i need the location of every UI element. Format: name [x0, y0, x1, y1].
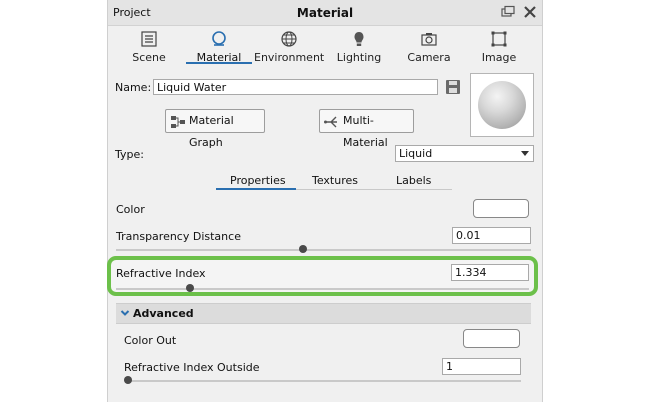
close-icon[interactable]	[522, 4, 538, 20]
preview-sphere	[478, 81, 526, 129]
main-tabs: Scene Material Environment Lighting Came…	[108, 26, 542, 64]
material-preview[interactable]	[470, 73, 534, 137]
material-name-input[interactable]	[153, 79, 438, 95]
chevron-down-icon	[120, 310, 130, 316]
color-out-label: Color Out	[124, 334, 177, 347]
refractive-index-input[interactable]	[451, 264, 529, 281]
tab-camera[interactable]: Camera	[394, 28, 464, 64]
globe-icon	[281, 31, 297, 47]
frame-icon	[491, 31, 507, 47]
transparency-distance-label: Transparency Distance	[116, 230, 241, 243]
panel-titlebar: Project Material	[108, 0, 542, 26]
subtab-properties[interactable]: Properties	[230, 174, 286, 187]
multi-material-label: Multi-Material	[343, 114, 388, 149]
type-select-value: Liquid	[399, 147, 433, 160]
tab-material[interactable]: Material	[184, 28, 254, 64]
tab-lighting[interactable]: Lighting	[324, 28, 394, 64]
chevron-down-icon	[521, 151, 529, 156]
advanced-section-header[interactable]: Advanced	[116, 303, 531, 324]
active-tab-indicator	[186, 62, 252, 64]
tab-environment[interactable]: Environment	[254, 28, 325, 64]
tab-label: Environment	[254, 51, 325, 64]
restore-window-icon[interactable]	[500, 4, 516, 20]
color-out-swatch[interactable]	[463, 329, 520, 348]
bulb-icon	[354, 32, 364, 46]
type-select[interactable]: Liquid	[395, 145, 534, 162]
material-sphere-icon	[212, 31, 226, 46]
transparency-distance-input[interactable]	[452, 227, 531, 244]
save-icon[interactable]	[445, 79, 461, 95]
name-label: Name:	[115, 81, 152, 94]
color-swatch[interactable]	[473, 199, 529, 218]
type-label: Type:	[115, 148, 144, 161]
camera-icon	[421, 33, 437, 46]
refractive-index-slider-track[interactable]	[116, 288, 529, 290]
transparency-slider-handle[interactable]	[298, 245, 307, 253]
tab-label: Scene	[132, 51, 166, 64]
subtab-textures[interactable]: Textures	[312, 174, 358, 187]
color-label: Color	[116, 203, 145, 216]
refractive-index-label: Refractive Index	[116, 267, 206, 280]
tab-label: Lighting	[336, 51, 382, 64]
material-graph-button[interactable]: Material Graph	[165, 109, 265, 149]
transparency-slider-track[interactable]	[116, 249, 531, 251]
refractive-index-outside-input[interactable]	[442, 358, 521, 375]
subtab-labels[interactable]: Labels	[396, 174, 431, 187]
refractive-index-outside-slider-track[interactable]	[128, 380, 521, 382]
tab-scene[interactable]: Scene	[114, 28, 184, 64]
material-graph-label: Material Graph	[189, 114, 234, 149]
refractive-index-outside-slider-handle[interactable]	[124, 376, 132, 384]
tab-label: Camera	[407, 51, 451, 64]
tab-label: Image	[481, 51, 517, 64]
node-graph-icon	[171, 116, 185, 128]
tab-image[interactable]: Image	[464, 28, 534, 64]
multi-material-button[interactable]: Multi-Material	[319, 109, 414, 149]
refractive-index-outside-label: Refractive Index Outside	[124, 361, 260, 374]
panel-title: Material	[296, 6, 354, 20]
advanced-title: Advanced	[133, 307, 194, 320]
list-icon	[141, 31, 157, 47]
active-subtab-indicator	[216, 188, 296, 190]
branch-icon	[324, 116, 337, 128]
